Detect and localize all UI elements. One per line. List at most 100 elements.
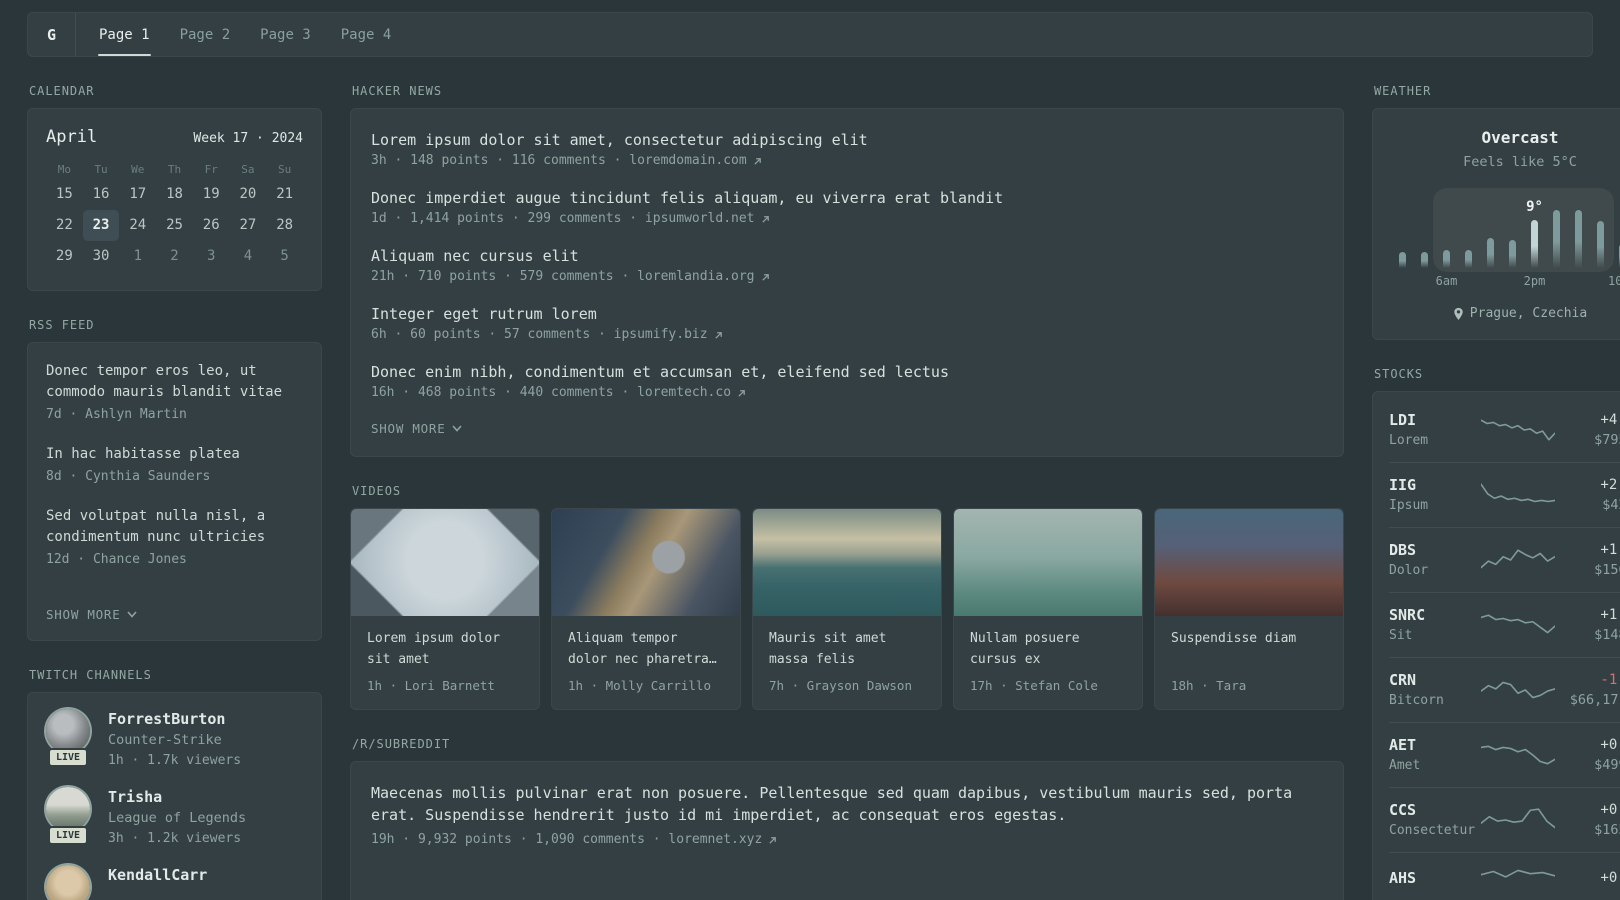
calendar-day: 1 — [133, 248, 142, 264]
stock-ticker[interactable]: AET — [1389, 735, 1481, 755]
calendar-day: 21 — [276, 186, 294, 202]
video-title[interactable]: Aliquam tempor dolor nec pharetra… — [568, 628, 724, 670]
rss-item-title[interactable]: Donec tempor eros leo, ut commodo mauris… — [46, 361, 303, 403]
hn-item-title[interactable]: Aliquam nec cursus elit — [371, 245, 1323, 267]
calendar-day: 17 — [129, 186, 147, 202]
stock-ticker[interactable]: IIG — [1389, 475, 1481, 495]
weather-bar — [1399, 252, 1406, 268]
page-tabs: Page 1 Page 2 Page 3 Page 4 — [84, 13, 406, 56]
tab-page-3[interactable]: Page 3 — [245, 13, 326, 56]
location-pin-icon — [1454, 307, 1463, 320]
stock-name: Dolor — [1389, 563, 1429, 578]
video-title[interactable]: Nullam posuere cursus ex — [970, 628, 1126, 670]
dashboard-page: G Page 1 Page 2 Page 3 Page 4 CALENDAR A… — [0, 0, 1620, 900]
stock-row[interactable]: DBS Dolor +1.42% $156.28 — [1389, 527, 1620, 592]
video-meta: 17h · Stefan Cole — [970, 678, 1098, 693]
hn-item-title[interactable]: Donec imperdiet augue tincidunt felis al… — [371, 187, 1323, 209]
app-logo[interactable]: G — [28, 13, 76, 56]
stock-name: Bitcorn — [1389, 693, 1444, 708]
weather-widget: Overcast Feels like 5°C 9° 6am 2pm 10pm Pr… — [1372, 108, 1620, 340]
external-link-icon — [754, 157, 761, 165]
stock-price: $165.84 — [1594, 822, 1620, 838]
video-title[interactable]: Suspendisse diam — [1171, 628, 1327, 670]
left-column: CALENDAR April Week 17 · 2024 Mo Tu We Th Fr… — [27, 57, 322, 900]
weather-hour-axis: 6am 2pm 10pm — [1391, 274, 1620, 290]
stock-sparkline — [1481, 869, 1555, 878]
calendar-weekday: Tu — [94, 163, 108, 176]
rss-item: In hac habitasse platea 8d · Cynthia Sau… — [46, 444, 303, 486]
calendar-day: 23 — [82, 210, 120, 241]
stock-sparkline — [1481, 745, 1555, 765]
stock-ticker[interactable]: AHS — [1389, 868, 1481, 888]
video-card[interactable]: Suspendisse diam 18h · Tara — [1154, 508, 1344, 710]
middle-column: HACKER NEWS Lorem ipsum dolor sit amet, … — [350, 57, 1344, 900]
rss-item-title[interactable]: In hac habitasse platea — [46, 444, 303, 465]
external-link-icon — [738, 389, 745, 397]
video-thumbnail[interactable] — [753, 509, 941, 616]
twitch-channel[interactable]: LIVE Trisha League of Legends 3h · 1.2k … — [46, 787, 303, 851]
video-thumbnail[interactable] — [954, 509, 1142, 616]
live-badge: LIVE — [48, 748, 89, 767]
rss-widget: Donec tempor eros leo, ut commodo mauris… — [27, 342, 322, 641]
stock-row[interactable]: CCS Consectetur +0.51% $165.84 — [1389, 787, 1620, 852]
rss-show-more-button[interactable]: SHOW MORE — [46, 607, 303, 622]
calendar-weekday: Sa — [241, 163, 255, 176]
stock-ticker[interactable]: SNRC — [1389, 605, 1481, 625]
stock-row[interactable]: CRN Bitcorn -1.00% $66,171.48 — [1389, 657, 1620, 722]
twitch-widget: LIVE ForrestBurton Counter-Strike 1h · 1… — [27, 692, 322, 900]
tab-page-2[interactable]: Page 2 — [165, 13, 246, 56]
hn-item-title[interactable]: Integer eget rutrum lorem — [371, 303, 1323, 325]
stock-change: +0.51% — [1600, 802, 1620, 818]
tab-page-1[interactable]: Page 1 — [84, 13, 165, 56]
rss-item-title[interactable]: Sed volutpat nulla nisl, a condimentum n… — [46, 506, 303, 548]
video-title[interactable]: Lorem ipsum dolor sit amet consectetu… — [367, 628, 523, 670]
video-card[interactable]: Lorem ipsum dolor sit amet consectetu… 1… — [350, 508, 540, 710]
rss-item-meta: 7d · Ashlyn Martin — [46, 407, 187, 422]
channel-name[interactable]: KendallCarr — [108, 865, 207, 885]
hour-label: 2pm — [1523, 274, 1546, 288]
calendar-day: 25 — [166, 217, 183, 233]
weather-condition: Overcast — [1481, 128, 1559, 147]
stock-row[interactable]: IIG Ipsum +2.84% $42.04 — [1389, 462, 1620, 527]
hn-item-meta: 6h · 60 points · 57 comments · ipsumify.… — [371, 327, 708, 342]
hn-item-title[interactable]: Lorem ipsum dolor sit amet, consectetur … — [371, 129, 1323, 151]
twitch-channel[interactable]: LIVE ForrestBurton Counter-Strike 1h · 1… — [46, 709, 303, 773]
reddit-post: Maecenas mollis pulvinar erat non posuer… — [371, 782, 1323, 850]
stock-ticker[interactable]: DBS — [1389, 540, 1481, 560]
stock-row[interactable]: SNRC Sit +1.36% $148.64 — [1389, 592, 1620, 657]
tab-page-4[interactable]: Page 4 — [326, 13, 407, 56]
hn-show-more-button[interactable]: SHOW MORE — [371, 421, 1323, 436]
video-thumbnail[interactable] — [552, 509, 740, 616]
stock-price: $42.04 — [1602, 497, 1620, 513]
weather-bar — [1597, 221, 1604, 268]
videos-row: Lorem ipsum dolor sit amet consectetu… 1… — [350, 508, 1344, 710]
calendar-day: 5 — [280, 248, 289, 264]
stock-ticker[interactable]: CRN — [1389, 670, 1481, 690]
video-card[interactable]: Mauris sit amet massa felis 7h · Grayson… — [752, 508, 942, 710]
stock-price: $148.64 — [1594, 627, 1620, 643]
hn-item-title[interactable]: Donec enim nibh, condimentum et accumsan… — [371, 361, 1323, 383]
channel-name[interactable]: ForrestBurton — [108, 709, 241, 729]
video-card[interactable]: Nullam posuere cursus ex 17h · Stefan Co… — [953, 508, 1143, 710]
live-badge: LIVE — [48, 826, 89, 845]
stock-row[interactable]: AET Amet +0.92% $499.72 — [1389, 722, 1620, 787]
video-title[interactable]: Mauris sit amet massa felis — [769, 628, 925, 670]
video-thumbnail[interactable] — [351, 509, 539, 616]
stock-name: Consectetur — [1389, 823, 1476, 838]
twitch-channel[interactable]: KendallCarr — [46, 865, 303, 900]
stock-sparkline — [1481, 681, 1555, 699]
calendar-widget: April Week 17 · 2024 Mo Tu We Th Fr Sa Su 15 16 1… — [27, 108, 322, 291]
stock-ticker[interactable]: CCS — [1389, 800, 1481, 820]
video-card[interactable]: Aliquam tempor dolor nec pharetra… 1h · … — [551, 508, 741, 710]
calendar-weekday: We — [131, 163, 145, 176]
stock-row[interactable]: LDI Lorem +4.35% $795.18 — [1389, 398, 1620, 462]
stock-row[interactable]: AHS +0.46% — [1389, 852, 1620, 900]
weather-bar — [1443, 250, 1450, 268]
weather-section-label: WEATHER — [1374, 84, 1432, 98]
reddit-post-meta: 19h · 9,932 points · 1,090 comments · lo… — [371, 832, 763, 847]
reddit-post-title[interactable]: Maecenas mollis pulvinar erat non posuer… — [371, 782, 1323, 826]
video-thumbnail[interactable] — [1155, 509, 1343, 616]
stock-ticker[interactable]: LDI — [1389, 410, 1481, 430]
channel-name[interactable]: Trisha — [108, 787, 246, 807]
calendar-day: 18 — [166, 186, 183, 202]
